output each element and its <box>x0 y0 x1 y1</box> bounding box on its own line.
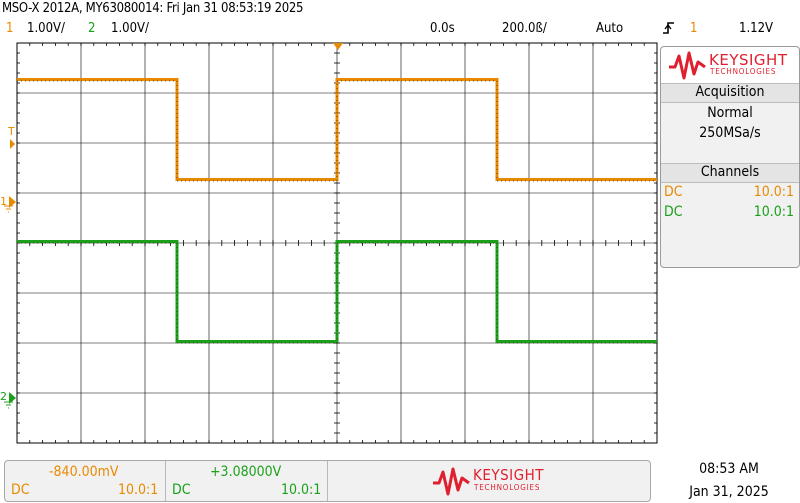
channels-title[interactable]: Channels <box>661 163 799 183</box>
ch1-offset: -840.00mV <box>49 464 119 480</box>
ch1-coupling: DC <box>664 184 683 200</box>
ch1-probe-bottom: 10.0:1 <box>118 482 159 498</box>
brand-sub: TECHNOLOGIES <box>710 67 777 76</box>
ch2-number[interactable]: 2 <box>88 21 95 39</box>
rising-edge-icon[interactable] <box>662 20 676 38</box>
trigger-level-marker[interactable]: T <box>7 125 15 149</box>
trigger-position-marker[interactable] <box>333 43 343 50</box>
ch2-offset: +3.08000V <box>210 464 282 480</box>
acquisition-mode: Normal <box>707 105 753 121</box>
ch1-offset-softkey[interactable]: -840.00mV DC 10.0:1 <box>5 461 165 501</box>
acquisition-title[interactable]: Acquisition <box>661 83 799 103</box>
ch1-number[interactable]: 1 <box>6 21 13 39</box>
ch2-probe: 10.0:1 <box>753 204 794 220</box>
keysight-logo: KEYSIGHT TECHNOLOGIES <box>661 47 799 84</box>
ch2-scale[interactable]: 1.00V/ <box>111 21 149 39</box>
svg-text:2: 2 <box>0 390 7 403</box>
ch2-offset-softkey[interactable]: +3.08000V DC 10.0:1 <box>166 461 326 501</box>
marker-layer: T 1 2 <box>0 43 343 409</box>
bottom-bar: -840.00mV DC 10.0:1 +3.08000V DC 10.0:1 … <box>4 460 651 502</box>
clock-date: Jan 31, 2025 <box>689 484 769 500</box>
oscilloscope-display[interactable]: T 1 2 <box>0 40 660 446</box>
brand-name: KEYSIGHT <box>473 466 545 484</box>
trigger-mode[interactable]: Auto <box>596 21 623 39</box>
bottom-keysight-logo: KEYSIGHT TECHNOLOGIES <box>425 461 565 501</box>
ch1-ground-marker[interactable]: 1 <box>0 195 16 213</box>
svg-text:T: T <box>7 125 15 138</box>
window-title: MSO-X 2012A, MY63080014: Fri Jan 31 08:5… <box>2 1 304 16</box>
ch2-channel-row[interactable]: DC 10.0:1 <box>664 204 796 220</box>
keysight-wave-icon <box>669 51 706 80</box>
trigger-level[interactable]: 1.12V <box>739 21 773 39</box>
ch2-probe-bottom: 10.0:1 <box>281 482 322 498</box>
sample-rate: 250MSa/s <box>699 125 761 141</box>
ch1-channel-row[interactable]: DC 10.0:1 <box>664 184 796 200</box>
ch2-coupling: DC <box>664 204 683 220</box>
keysight-wave-icon <box>433 467 470 496</box>
brand-sub: TECHNOLOGIES <box>474 483 541 492</box>
ch2-coupling-bottom: DC <box>172 482 191 498</box>
softkey-divider <box>327 461 328 501</box>
ch1-probe: 10.0:1 <box>753 184 794 200</box>
time-scale[interactable]: 200.0ß/ <box>502 21 547 39</box>
clock-time: 08:53 AM <box>699 461 759 477</box>
ch2-ground-marker[interactable]: 2 <box>0 390 16 409</box>
ch1-scale[interactable]: 1.00V/ <box>27 21 65 39</box>
time-position[interactable]: 0.0s <box>430 21 455 39</box>
side-panel: KEYSIGHT TECHNOLOGIES Acquisition Normal… <box>660 46 800 268</box>
ch1-coupling-bottom: DC <box>11 482 30 498</box>
trigger-source[interactable]: 1 <box>690 21 697 39</box>
